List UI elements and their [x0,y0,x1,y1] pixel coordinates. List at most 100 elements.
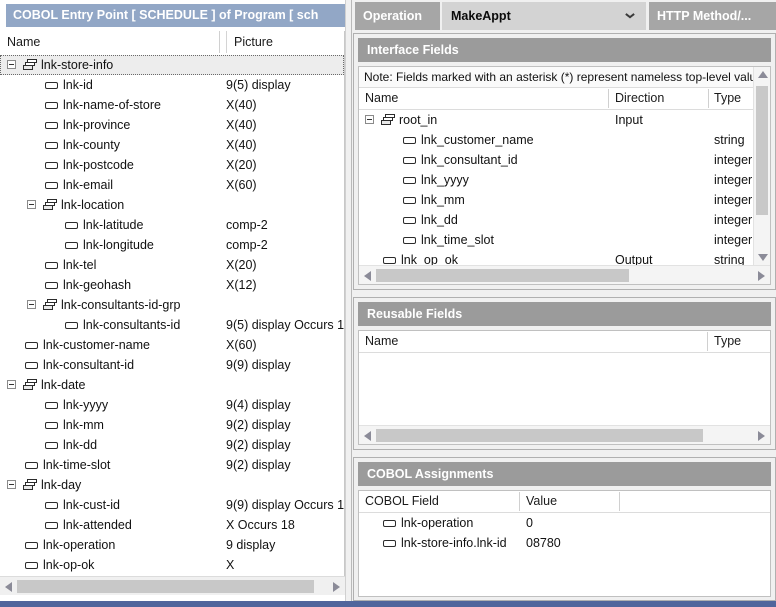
tree-row[interactable]: lnk-telX(20) [0,255,344,275]
tree-row[interactable]: lnk-operation9 display [0,535,344,555]
reusable-fields-section: Reusable Fields Name Type [353,297,776,450]
interface-fields-vscrollbar[interactable] [753,67,770,265]
table-row[interactable]: root_inInput [359,110,753,130]
tree-row[interactable]: lnk-latitudecomp-2 [0,215,344,235]
field-node-icon [25,462,38,469]
tree-row[interactable]: lnk-consultant-id9(9) display [0,355,344,375]
column-divider [519,492,520,511]
tree-row[interactable]: lnk-countyX(40) [0,135,344,155]
field-node-icon [65,322,78,329]
table-row[interactable]: lnk_yyyyinteger [359,170,753,190]
tree-row[interactable]: lnk-geohashX(12) [0,275,344,295]
tree-row[interactable]: lnk-consultants-id-grp [0,295,344,315]
scroll-left-arrow-icon[interactable] [364,271,371,281]
column-header-direction[interactable]: Direction [615,88,664,109]
tree-row[interactable]: lnk-id9(5) display [0,75,344,95]
collapse-toggle-icon[interactable] [7,380,16,389]
scroll-up-arrow-icon[interactable] [758,71,768,78]
reusable-fields-hscrollbar[interactable] [359,425,770,444]
collapse-toggle-icon[interactable] [27,200,36,209]
tree-row[interactable]: lnk-op-okX [0,555,344,575]
field-node-icon [45,422,58,429]
tree-row[interactable]: lnk-dd9(2) display [0,435,344,455]
tree-row[interactable]: lnk-emailX(60) [0,175,344,195]
cell-direction: Output [615,250,653,265]
field-node-icon [403,197,416,204]
column-header-picture[interactable]: Picture [226,31,344,53]
cell-field: lnk-store-info.lnk-id [401,533,507,553]
panel-splitter[interactable] [345,0,352,601]
operation-select[interactable]: MakeAppt [442,2,646,30]
scroll-left-arrow-icon[interactable] [364,431,371,441]
scroll-left-arrow-icon[interactable] [5,582,12,592]
field-node-icon [403,157,416,164]
http-method-button[interactable]: HTTP Method/... [649,2,776,30]
column-divider [707,332,708,351]
cobol-tree-hscrollbar[interactable] [0,576,345,595]
tree-row[interactable]: lnk-cust-id9(9) display Occurs 18 [0,495,344,515]
collapse-toggle-icon[interactable] [365,115,374,124]
tree-row-name: lnk-location [61,195,124,215]
reusable-fields-rows[interactable] [359,353,770,425]
tree-row[interactable]: lnk-name-of-storeX(40) [0,95,344,115]
table-row[interactable]: lnk-store-info.lnk-id08780 [359,533,770,553]
tree-row[interactable]: lnk-time-slot9(2) display [0,455,344,475]
table-row[interactable]: lnk_op_okOutputstring [359,250,753,265]
scroll-thumb[interactable] [376,429,703,442]
tree-row-picture: 9(2) display [226,435,344,455]
scroll-thumb[interactable] [376,269,629,282]
column-header-name[interactable]: Name [7,31,219,53]
interface-fields-column-headers: Name Direction Type [359,88,770,110]
tree-row-name: lnk-operation [43,535,115,555]
tree-row[interactable]: lnk-longitudecomp-2 [0,235,344,255]
interface-fields-rows[interactable]: root_inInputlnk_customer_namestringlnk_c… [359,110,753,265]
tree-row[interactable]: lnk-customer-nameX(60) [0,335,344,355]
collapse-toggle-icon[interactable] [27,300,36,309]
tree-row-picture: 9(5) display Occurs 16 [226,315,344,335]
scroll-right-arrow-icon[interactable] [758,431,765,441]
cobol-assignments-rows[interactable]: lnk-operation0lnk-store-info.lnk-id08780 [359,513,770,596]
tree-row[interactable]: lnk-yyyy9(4) display [0,395,344,415]
table-row[interactable]: lnk_mminteger [359,190,753,210]
column-header-type[interactable]: Type [714,88,741,109]
operation-button[interactable]: Operation [355,2,440,30]
table-row[interactable]: lnk_time_slotinteger [359,230,753,250]
cobol-assignments-header: COBOL Assignments [358,462,771,486]
column-header-value[interactable]: Value [526,491,557,512]
tree-row[interactable]: lnk-postcodeX(20) [0,155,344,175]
table-row[interactable]: lnk_ddinteger [359,210,753,230]
cobol-entry-point-panel: COBOL Entry Point [ SCHEDULE ] of Progra… [0,0,345,601]
column-header-type[interactable]: Type [714,331,741,352]
column-header-name[interactable]: Name [365,88,398,109]
table-row[interactable]: lnk_customer_namestring [359,130,753,150]
table-row[interactable]: lnk_consultant_idinteger [359,150,753,170]
scroll-right-arrow-icon[interactable] [758,271,765,281]
collapse-toggle-icon[interactable] [7,60,16,69]
tree-row-name: lnk-day [41,475,81,495]
tree-row[interactable]: lnk-attendedX Occurs 18 [0,515,344,535]
field-node-icon [65,242,78,249]
field-node-icon [45,162,58,169]
field-node-icon [25,362,38,369]
scroll-right-arrow-icon[interactable] [333,582,340,592]
tree-row[interactable]: lnk-consultants-id9(5) display Occurs 16 [0,315,344,335]
table-row[interactable]: lnk-operation0 [359,513,770,533]
interface-fields-hscrollbar[interactable] [359,265,770,284]
scroll-thumb[interactable] [17,580,314,593]
tree-row[interactable]: lnk-provinceX(40) [0,115,344,135]
scroll-down-arrow-icon[interactable] [758,254,768,261]
tree-row[interactable]: lnk-store-info [0,55,344,75]
tree-row[interactable]: lnk-date [0,375,344,395]
cell-type: integer [714,190,752,210]
field-node-icon [45,122,58,129]
tree-row[interactable]: lnk-location [0,195,344,215]
cobol-field-tree[interactable]: lnk-store-infolnk-id9(5) displaylnk-name… [0,55,344,576]
tree-row[interactable]: lnk-day [0,475,344,495]
tree-row[interactable]: lnk-mm9(2) display [0,415,344,435]
cell-direction: Input [615,110,643,130]
column-header-cobol-field[interactable]: COBOL Field [365,491,439,512]
scroll-thumb[interactable] [756,86,768,215]
column-header-name[interactable]: Name [365,331,398,352]
collapse-toggle-icon[interactable] [7,480,16,489]
field-node-icon [45,182,58,189]
